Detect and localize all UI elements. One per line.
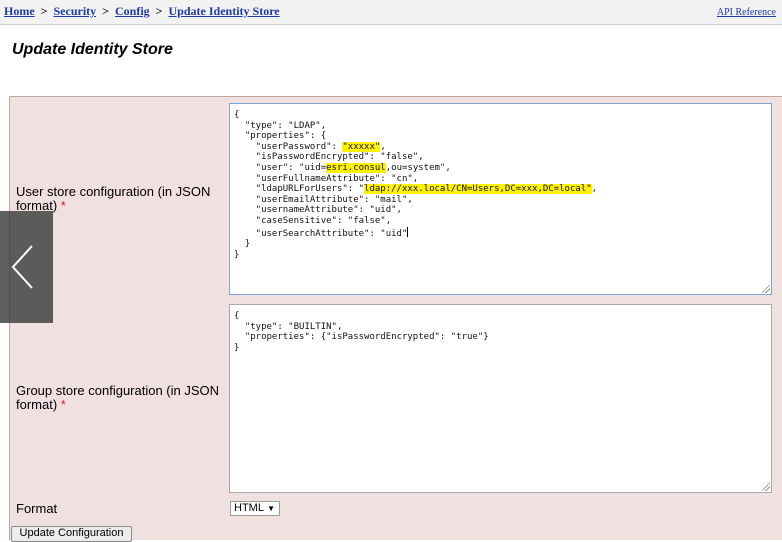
json-line: , xyxy=(380,141,386,152)
format-select[interactable]: HTML ▼ xyxy=(230,501,280,516)
json-line: } xyxy=(234,342,240,353)
previous-slide-button[interactable] xyxy=(0,211,53,323)
resize-grip-icon[interactable] xyxy=(762,483,770,491)
update-configuration-button[interactable]: Update Configuration xyxy=(11,526,132,542)
json-line: ,ou=system", xyxy=(385,162,451,173)
group-store-json-textarea[interactable]: { "type": "BUILTIN", "properties": {"isP… xyxy=(229,304,772,493)
highlighted-ldap-url: ldap://xxx.local/CN=Users,DC=xxx,DC=loca… xyxy=(364,184,592,195)
chevron-left-icon xyxy=(11,245,33,289)
json-line: "properties": { xyxy=(234,131,327,142)
breadcrumb-config-link[interactable]: Config xyxy=(115,4,150,18)
json-line: } xyxy=(234,239,251,250)
page-title: Update Identity Store xyxy=(12,41,173,58)
api-reference-link[interactable]: API Reference xyxy=(717,7,776,18)
highlighted-password: "xxxxx" xyxy=(342,141,381,152)
breadcrumb: Home > Security > Config > Update Identity Sto… xyxy=(4,4,280,19)
json-line: "ldapURLForUsers": " xyxy=(234,184,365,195)
json-line: } xyxy=(234,249,240,260)
user-store-label: User store configuration (in JSON format… xyxy=(16,185,226,213)
breadcrumb-home-link[interactable]: Home xyxy=(4,4,35,18)
json-line: "userSearchAttribute": "uid" xyxy=(234,228,408,239)
triangle-down-icon: ▼ xyxy=(267,504,275,513)
breadcrumb-separator: > xyxy=(40,4,48,18)
json-line: "type": "LDAP", xyxy=(234,120,327,131)
required-marker: * xyxy=(60,397,66,412)
breadcrumb-bar: Home > Security > Config > Update Identity Sto… xyxy=(0,0,782,25)
breadcrumb-separator: > xyxy=(102,4,109,18)
json-line: "type": "BUILTIN", xyxy=(234,321,343,332)
highlighted-user: esri.consul xyxy=(326,162,386,173)
user-store-label-text: User store configuration (in JSON format… xyxy=(16,184,211,213)
required-marker: * xyxy=(60,198,66,213)
json-line: "userFullnameAttribute": "cn", xyxy=(234,173,419,184)
json-line: "isPasswordEncrypted": "false", xyxy=(234,152,424,163)
json-line: { xyxy=(234,110,240,120)
group-store-label: Group store configuration (in JSON forma… xyxy=(16,384,226,412)
json-line: { xyxy=(234,311,240,321)
json-line: "usernameAttribute": "uid", xyxy=(234,205,402,216)
group-store-label-text: Group store configuration (in JSON forma… xyxy=(16,383,220,412)
breadcrumb-current-link[interactable]: Update Identity Store xyxy=(169,4,280,18)
breadcrumb-security-link[interactable]: Security xyxy=(54,4,97,18)
user-store-json-textarea[interactable]: { "type": "LDAP", "properties": { "userP… xyxy=(229,103,772,295)
json-line: "properties": {"isPasswordEncrypted": "t… xyxy=(234,332,489,343)
format-label: Format xyxy=(16,501,58,516)
text-caret xyxy=(407,226,409,237)
json-line: , xyxy=(591,184,598,195)
resize-grip-icon[interactable] xyxy=(762,285,770,293)
json-line: "caseSensitive": "false", xyxy=(234,215,392,226)
format-select-value: HTML xyxy=(234,502,264,514)
breadcrumb-separator: > xyxy=(155,4,163,18)
json-line: "userEmailAttribute": "mail", xyxy=(234,194,413,205)
json-line: "userPassword": xyxy=(234,141,343,152)
json-line: "user": "uid= xyxy=(234,162,327,173)
